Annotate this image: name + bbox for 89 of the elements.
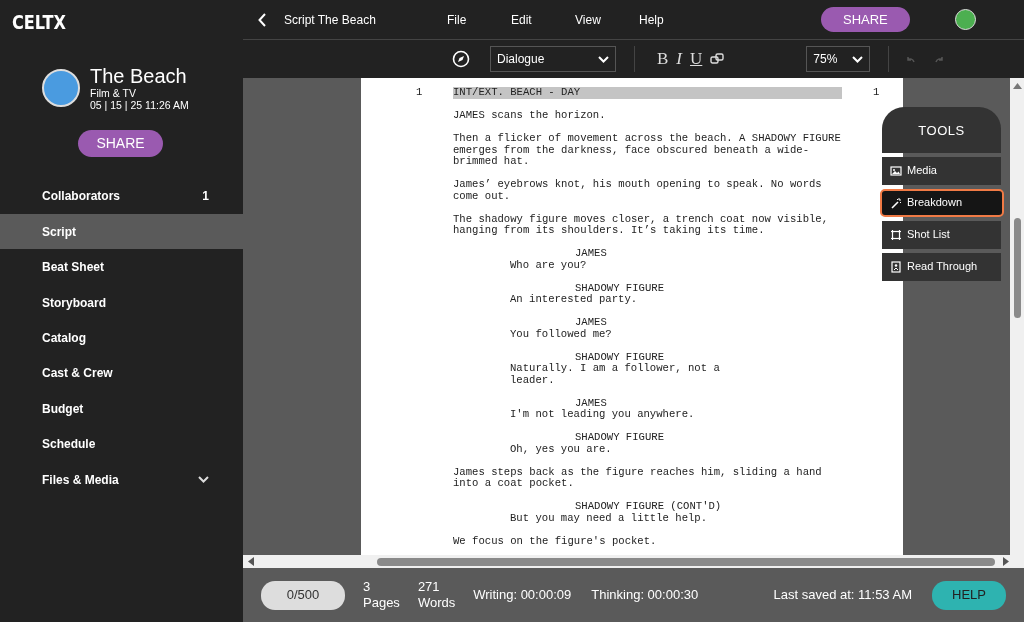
nav-label: Script [42, 223, 76, 241]
nav-item[interactable]: Storyboard [0, 284, 243, 321]
nav-item[interactable]: Collaborators 1 [0, 178, 243, 215]
menu-item[interactable]: File [447, 10, 511, 29]
action-text: James steps back as the figure reaches him, sliding a hand into a coat pocket. [453, 466, 822, 490]
project-avatar [42, 69, 80, 108]
project-type: Film & TV [90, 86, 137, 100]
document-title: Script The Beach [284, 11, 377, 29]
page-count-label: Pages [363, 595, 400, 611]
last-saved: Last saved at: 11:53 AM [773, 586, 912, 605]
action-text: JAMES scans the horizon. [453, 110, 606, 122]
nav-label: Beat Sheet [42, 259, 105, 277]
app-logo: CELTX [10, 10, 67, 35]
character-name: JAMES [575, 397, 607, 409]
tool-button[interactable]: Shot List [882, 220, 1001, 249]
page-count: 3 [363, 579, 372, 595]
word-count: 271 [417, 579, 441, 595]
tool-button[interactable]: Breakdown [880, 188, 1004, 217]
frame-icon [890, 228, 902, 241]
scrollbar-thumb[interactable] [1013, 218, 1021, 318]
menu-item[interactable]: Help [639, 10, 703, 29]
dialogue-text: But you may need a little help. [510, 512, 708, 524]
dialogue-text: Who are you? [510, 259, 587, 271]
nav-item[interactable]: Beat Sheet [0, 249, 243, 285]
action-text: Then a flicker of movement across the beach. A SHADOWY FIGURE emerges from the darkness, face obscured beneath a wide- brimmed hat. [453, 133, 841, 168]
nav-item[interactable]: Schedule [0, 426, 243, 462]
tool-button[interactable]: Read Through [882, 252, 1001, 281]
tool-button[interactable]: Media [882, 156, 1001, 185]
scroll-left-icon[interactable] [247, 557, 256, 566]
scene-number: 1 [416, 87, 423, 99]
nav-label: Files & Media [42, 471, 119, 489]
zoom-dropdown[interactable]: 75% [806, 46, 871, 72]
compass-icon[interactable] [452, 50, 470, 68]
scroll-up-icon[interactable] [1012, 83, 1022, 90]
dialogue-text: An interested party. [510, 294, 638, 306]
nav-count: 1 [202, 188, 209, 206]
nav-item[interactable]: Catalog [0, 320, 243, 356]
wand-icon [890, 196, 902, 209]
image-icon [890, 164, 902, 177]
scroll-right-icon[interactable] [1001, 557, 1010, 566]
horizontal-scrollbar[interactable] [243, 555, 1010, 568]
dialogue-text: Oh, yes you are. [510, 443, 612, 455]
thinking-time: Thinking: 00:00:30 [591, 586, 699, 605]
nav-label: Budget [42, 400, 84, 418]
project-title: The Beach [90, 64, 188, 87]
help-button[interactable]: HELP [932, 580, 1006, 610]
document-icon [890, 260, 902, 273]
character-name: SHADOWY FIGURE [575, 282, 664, 294]
link-icon[interactable] [710, 52, 725, 66]
scene-number: 1 [873, 87, 880, 99]
character-name: SHADOWY FIGURE [575, 432, 664, 444]
menu-item[interactable]: View [575, 10, 639, 29]
character-counter: 0/500 [261, 580, 345, 610]
scrollbar-thumb[interactable] [376, 557, 996, 566]
action-text: James’ eyebrows knot, his mouth opening to speak. No words come out. [453, 179, 822, 202]
nav-label: Schedule [42, 436, 96, 454]
dialogue-text: You followed me? [510, 328, 612, 340]
action-text: We focus on the figure's pocket. [453, 535, 657, 547]
nav-item[interactable]: Script [0, 214, 243, 250]
nav-item[interactable]: Budget [0, 391, 243, 427]
action-text: The shadowy figure moves closer, a trench coat now visible, hanging from its shoulders. It’s taking its time. [453, 213, 829, 237]
element-type-dropdown[interactable]: Dialogue [490, 46, 616, 72]
share-button[interactable]: SHARE [821, 6, 910, 33]
dialogue-text: Naturally. I am a follower, not a leader. [510, 363, 720, 386]
nav-item[interactable]: Cast & Crew [0, 355, 243, 392]
underline-button[interactable]: U [686, 46, 707, 72]
share-button[interactable]: SHARE [78, 129, 163, 157]
scene-heading: INT/EXT. BEACH - DAY [453, 87, 842, 99]
nav-label: Collaborators [42, 188, 120, 206]
dialogue-text: I'm not leading you anywhere. [510, 409, 695, 421]
menu-item[interactable]: Edit [511, 10, 575, 29]
character-name: JAMES [575, 317, 607, 329]
project-date: 05 | 15 | 25 11:26 AM [90, 99, 189, 112]
user-avatar[interactable] [954, 9, 976, 30]
word-count-label: Words [417, 595, 456, 611]
back-icon[interactable] [258, 12, 266, 27]
bold-button[interactable]: B [653, 46, 673, 72]
nav-label: Storyboard [42, 294, 106, 312]
nav-label: Cast & Crew [42, 365, 113, 383]
character-name: SHADOWY FIGURE [575, 351, 664, 363]
nav-label: Catalog [42, 329, 86, 347]
nav-item[interactable]: Files & Media [0, 461, 243, 498]
chevron-down-icon[interactable] [198, 476, 209, 483]
writing-time: Writing: 00:00:09 [473, 586, 572, 605]
character-name: SHADOWY FIGURE (CONT'D) [575, 501, 722, 513]
vertical-scrollbar[interactable] [1010, 78, 1024, 568]
italic-button[interactable]: I [672, 46, 686, 72]
character-name: JAMES [575, 248, 607, 260]
tools-header: TOOLS [882, 107, 1001, 153]
